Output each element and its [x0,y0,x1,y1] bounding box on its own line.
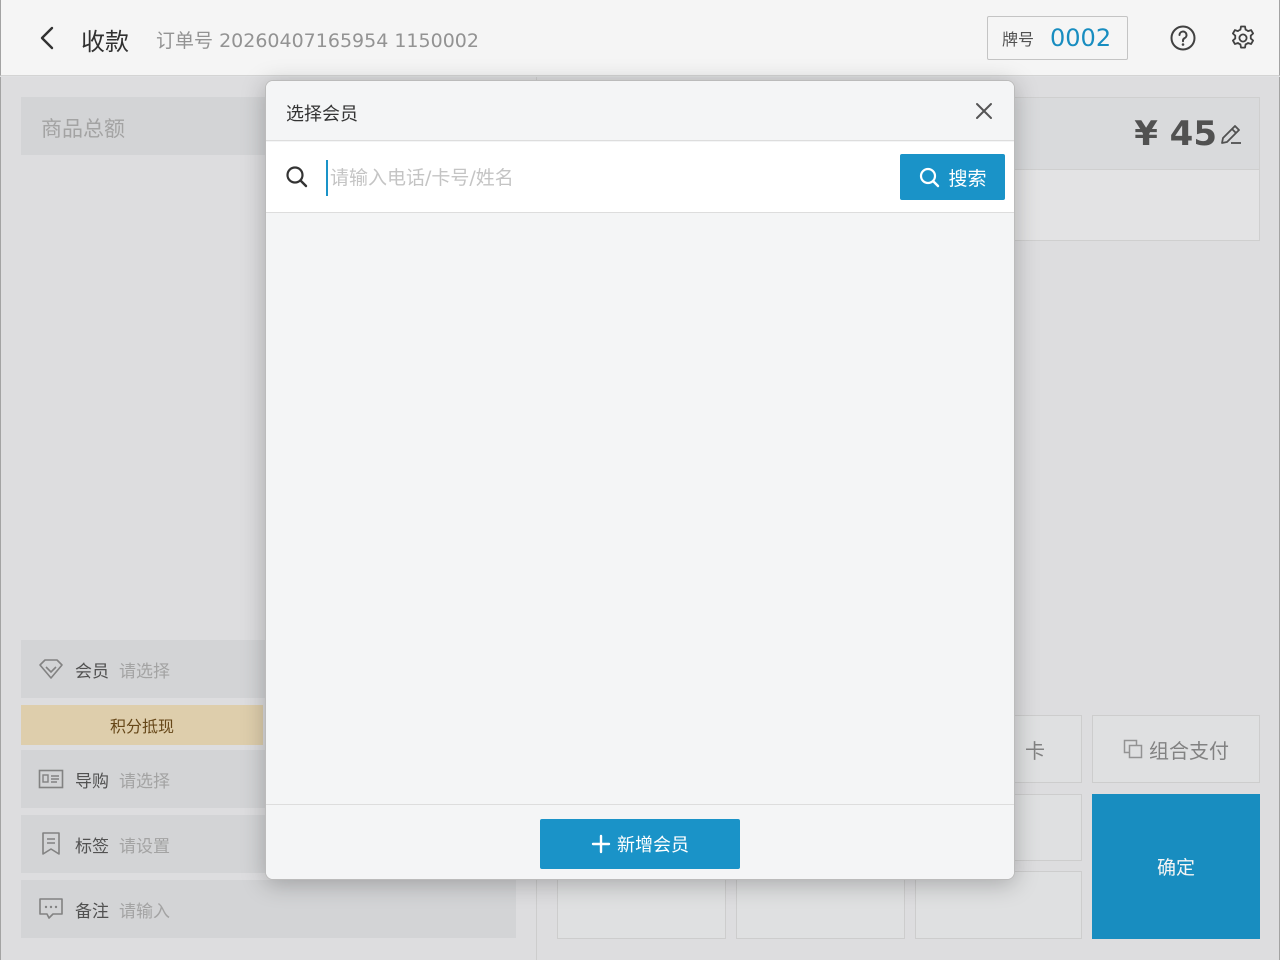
member-search-bar: 搜索 [266,142,1014,213]
close-button[interactable] [970,97,998,125]
search-button-label: 搜索 [948,167,987,190]
select-member-dialog: 选择会员 搜索 新增会员 [265,80,1015,880]
member-search-input[interactable] [326,160,886,196]
member-results-list [266,213,1014,804]
search-button-icon [920,167,940,188]
search-icon [286,166,308,188]
dialog-title: 选择会员 [286,104,358,125]
plus-icon [591,834,611,854]
add-member-button[interactable]: 新增会员 [540,819,740,869]
dialog-footer: 新增会员 [266,804,1014,879]
add-member-label: 新增会员 [617,835,689,856]
close-icon [976,103,992,119]
search-button[interactable]: 搜索 [900,154,1005,200]
dialog-header: 选择会员 [266,81,1014,141]
